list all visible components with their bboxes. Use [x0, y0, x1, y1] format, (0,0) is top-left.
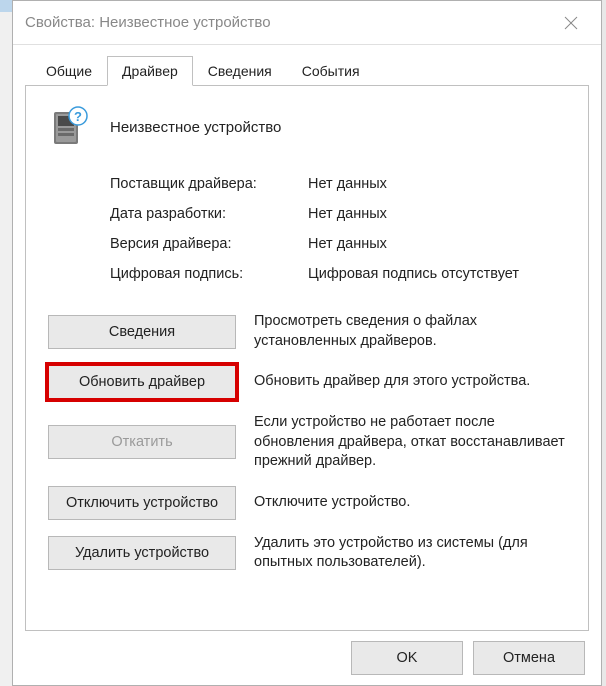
dialog-footer: OK Отмена [13, 631, 601, 685]
action-rollback: Откатить Если устройство не работает пос… [48, 413, 566, 472]
tab-details[interactable]: Сведения [193, 56, 287, 86]
rollback-desc: Если устройство не работает после обновл… [254, 413, 566, 472]
cancel-button[interactable]: Отмена [473, 641, 585, 675]
action-update: Обновить драйвер Обновить драйвер для эт… [48, 365, 566, 399]
update-driver-button[interactable]: Обновить драйвер [48, 365, 236, 399]
device-header: ? Неизвестное устройство [48, 106, 566, 148]
action-disable: Отключить устройство Отключите устройств… [48, 486, 566, 520]
uninstall-desc: Удалить это устройство из системы (для о… [254, 534, 566, 573]
tab-events[interactable]: События [287, 56, 375, 86]
provider-label: Поставщик драйвера: [110, 176, 308, 192]
tab-strip: Общие Драйвер Сведения События [13, 45, 601, 85]
properties-dialog: Свойства: Неизвестное устройство Общие Д… [12, 0, 602, 686]
date-value: Нет данных [308, 206, 566, 222]
info-row-version: Версия драйвера: Нет данных [110, 236, 566, 252]
window-title: Свойства: Неизвестное устройство [25, 14, 271, 31]
info-row-provider: Поставщик драйвера: Нет данных [110, 176, 566, 192]
version-value: Нет данных [308, 236, 566, 252]
tab-general[interactable]: Общие [31, 56, 107, 86]
device-name: Неизвестное устройство [110, 119, 281, 136]
driver-info: Поставщик драйвера: Нет данных Дата разр… [110, 176, 566, 282]
close-icon [564, 16, 578, 30]
action-details: Сведения Просмотреть сведения о файлах у… [48, 312, 566, 351]
background-strip [0, 0, 12, 686]
details-desc: Просмотреть сведения о файлах установлен… [254, 312, 566, 351]
signer-value: Цифровая подпись отсутствует [308, 266, 566, 282]
version-label: Версия драйвера: [110, 236, 308, 252]
disable-desc: Отключите устройство. [254, 493, 566, 513]
provider-value: Нет данных [308, 176, 566, 192]
rollback-button: Откатить [48, 425, 236, 459]
info-row-signer: Цифровая подпись: Цифровая подпись отсут… [110, 266, 566, 282]
titlebar: Свойства: Неизвестное устройство [13, 1, 601, 45]
info-row-date: Дата разработки: Нет данных [110, 206, 566, 222]
ok-button[interactable]: OK [351, 641, 463, 675]
uninstall-button[interactable]: Удалить устройство [48, 536, 236, 570]
close-button[interactable] [553, 5, 589, 41]
driver-panel: ? Неизвестное устройство Поставщик драйв… [26, 86, 588, 597]
disable-button[interactable]: Отключить устройство [48, 486, 236, 520]
update-desc: Обновить драйвер для этого устройства. [254, 372, 566, 392]
tab-driver[interactable]: Драйвер [107, 56, 193, 86]
tab-content: ? Неизвестное устройство Поставщик драйв… [25, 85, 589, 631]
action-uninstall: Удалить устройство Удалить это устройств… [48, 534, 566, 573]
signer-label: Цифровая подпись: [110, 266, 308, 282]
device-icon: ? [48, 106, 90, 148]
date-label: Дата разработки: [110, 206, 308, 222]
svg-text:?: ? [74, 109, 82, 124]
details-button[interactable]: Сведения [48, 315, 236, 349]
